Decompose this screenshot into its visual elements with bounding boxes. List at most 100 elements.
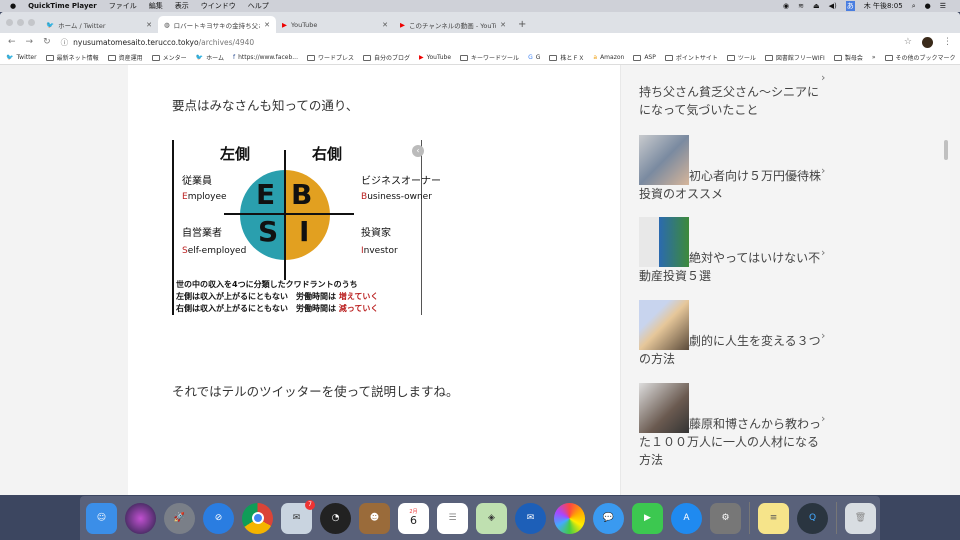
post-title: 持ち父さん貧乏父さん〜シニアにになって気づいたこと	[639, 85, 820, 117]
address-bar[interactable]: ⓘ nyusumatomesaito.terucco.tokyo/archive…	[61, 35, 894, 49]
business-owner-en: Business-owner	[361, 192, 432, 202]
thunderbird-icon[interactable]: ✉	[515, 502, 546, 534]
figure-left-label: 左側	[220, 145, 251, 163]
chrome-icon[interactable]	[242, 502, 273, 534]
youtube-icon: ▶	[282, 20, 287, 29]
bookmark-label: Amazon	[600, 54, 625, 61]
more-menu-icon[interactable]: ⋮	[943, 37, 952, 47]
forward-icon[interactable]: →	[26, 37, 34, 47]
bookmark-item[interactable]: ASP	[633, 54, 656, 61]
tab-title: このチャンネルの動画 - YouTube	[409, 21, 496, 30]
other-bookmarks[interactable]: その他のブックマーク	[884, 53, 956, 62]
clock[interactable]: 木 午後8:05	[864, 1, 903, 11]
bookmark-label: その他のブックマーク	[895, 55, 956, 62]
app-store-icon[interactable]: A	[671, 502, 702, 534]
related-post[interactable]: 藤原和博さんから教わった１００万人に一人の人材になる方法	[639, 383, 824, 469]
folder-icon	[460, 54, 469, 61]
facetime-icon[interactable]: ▶	[632, 502, 663, 534]
messages-icon[interactable]: 💬	[593, 502, 624, 534]
input-method-icon[interactable]: あ	[845, 1, 855, 11]
toolbar: ← → ↻ ⓘ nyusumatomesaito.terucco.tokyo/a…	[0, 33, 960, 51]
safari-icon[interactable]: ⊘	[203, 502, 234, 534]
bookmark-item[interactable]: ポイントサイト	[664, 53, 718, 62]
maps-icon[interactable]: ◈	[476, 502, 507, 534]
bookmarks-overflow-button[interactable]: »	[872, 54, 876, 61]
scrollbar-thumb[interactable]	[944, 140, 948, 160]
bookmark-item[interactable]: f https://www.faceb...	[233, 54, 298, 61]
post-thumbnail	[639, 383, 689, 433]
launchpad-icon[interactable]: 🚀	[164, 502, 195, 534]
notification-center-icon[interactable]: ☰	[940, 2, 946, 10]
menu-file[interactable]: ファイル	[109, 1, 137, 11]
reload-icon[interactable]: ↻	[43, 37, 51, 47]
window-controls[interactable]	[6, 19, 35, 26]
tab-title: ロバートキヨサキの金持ち父さん貧乏父さん	[173, 21, 260, 30]
tab-youtube-channel[interactable]: ▶ このチャンネルの動画 - YouTube ✕	[394, 16, 512, 33]
bookmark-item[interactable]: 自分のブログ	[363, 53, 410, 62]
close-tab-icon[interactable]: ✕	[146, 21, 152, 29]
mail-icon[interactable]: ✉ 7	[281, 499, 315, 534]
menu-edit[interactable]: 編集	[149, 1, 163, 11]
menu-app-name[interactable]: QuickTime Player	[28, 2, 97, 10]
bookmark-item[interactable]: ▶ YouTube	[419, 54, 451, 61]
close-tab-icon[interactable]: ✕	[264, 21, 270, 29]
bookmark-item[interactable]: 資産運用	[107, 53, 143, 62]
back-icon[interactable]: ←	[8, 37, 16, 47]
tab-youtube[interactable]: ▶ YouTube ✕	[276, 16, 394, 33]
bookmark-item[interactable]: キーワードツール	[460, 53, 519, 62]
close-tab-icon[interactable]: ✕	[382, 21, 388, 29]
menu-window[interactable]: ウインドウ	[201, 1, 236, 11]
caption-line-3: 右側は収入が上がるにともない 労働時間は 減っていく	[176, 304, 379, 313]
notes-icon[interactable]: ≡	[758, 502, 789, 534]
siri-icon[interactable]	[125, 502, 156, 534]
spotlight-icon[interactable]: ⌕	[912, 2, 916, 11]
bookmark-item[interactable]: 🐦 ホーム	[196, 53, 224, 62]
finder-icon[interactable]: ☺	[86, 502, 117, 534]
post-thumbnail	[639, 300, 689, 350]
related-post[interactable]: 絶対やってはいけない不動産投資５選	[639, 217, 824, 285]
system-preferences-icon[interactable]: ⚙	[710, 502, 741, 534]
eject-icon[interactable]: ⏏	[813, 2, 820, 10]
menu-view[interactable]: 表示	[175, 1, 189, 11]
folder-icon	[884, 54, 893, 61]
photos-icon[interactable]	[554, 502, 585, 534]
related-post[interactable]: 劇的に人生を変える３つの方法	[639, 300, 824, 368]
chevron-right-icon: ›	[821, 246, 826, 259]
bookmark-item[interactable]: 🐦 Twitter	[6, 54, 37, 61]
bookmark-label: 図書館フリーWIFI	[775, 55, 825, 62]
profile-avatar[interactable]	[922, 36, 933, 48]
trash-icon[interactable]: 🗑	[845, 502, 876, 534]
bookmark-label: キーワードツール	[471, 55, 520, 62]
close-tab-icon[interactable]: ✕	[500, 21, 506, 29]
bookmark-item[interactable]: メンター	[151, 53, 187, 62]
volume-icon[interactable]: ◀)	[829, 2, 837, 10]
tab-bar: 🐦ホーム / Twitter ✕ ◍ロバートキヨサキの金持ち父さん貧乏父さん ✕ ▶…	[0, 12, 960, 33]
self-employed-en: Self-employed	[182, 246, 247, 256]
siri-icon[interactable]: ●	[925, 2, 931, 10]
wifi-icon[interactable]: ≋	[798, 2, 804, 10]
apple-icon[interactable]: ●	[10, 2, 16, 10]
bookmark-item[interactable]: ツール	[726, 53, 756, 62]
contacts-icon[interactable]: ☻	[359, 502, 390, 534]
bookmark-item[interactable]: 図書館フリーWIFI	[764, 53, 825, 62]
new-tab-button[interactable]: +	[512, 16, 532, 33]
related-post[interactable]: 初心者向け５万円優待株投資のオススメ	[639, 135, 824, 203]
bookmark-item[interactable]: 株とＦＸ	[549, 53, 584, 62]
menu-help[interactable]: ヘルプ	[248, 1, 269, 11]
tab-twitter[interactable]: 🐦 ホーム / Twitter ✕	[40, 16, 158, 33]
reminders-icon[interactable]: ☰	[437, 502, 468, 534]
tab-article[interactable]: ◍ロバートキヨサキの金持ち父さん貧乏父さん ✕	[158, 16, 276, 33]
quicktime-icon[interactable]: Q	[797, 502, 828, 534]
record-icon[interactable]: ◉	[783, 2, 789, 10]
mail-badge: 7	[305, 499, 315, 510]
bookmark-item[interactable]: 製母会	[833, 53, 863, 62]
bookmark-item[interactable]: a Amazon	[593, 54, 624, 61]
calendar-icon[interactable]: 2月 6	[398, 502, 429, 534]
dashboard-icon[interactable]: ◔	[320, 502, 351, 534]
bookmark-star-icon[interactable]: ☆	[904, 37, 912, 47]
image-nav-arrow-icon[interactable]: ‹	[412, 145, 424, 157]
related-post[interactable]: 持ち父さん貧乏父さん〜シニアにになって気づいたこと	[639, 83, 824, 119]
bookmark-item[interactable]: ワードプレス	[306, 53, 354, 62]
bookmark-item[interactable]: GG	[528, 54, 540, 61]
bookmark-item[interactable]: 最新ネット情報	[45, 53, 99, 62]
